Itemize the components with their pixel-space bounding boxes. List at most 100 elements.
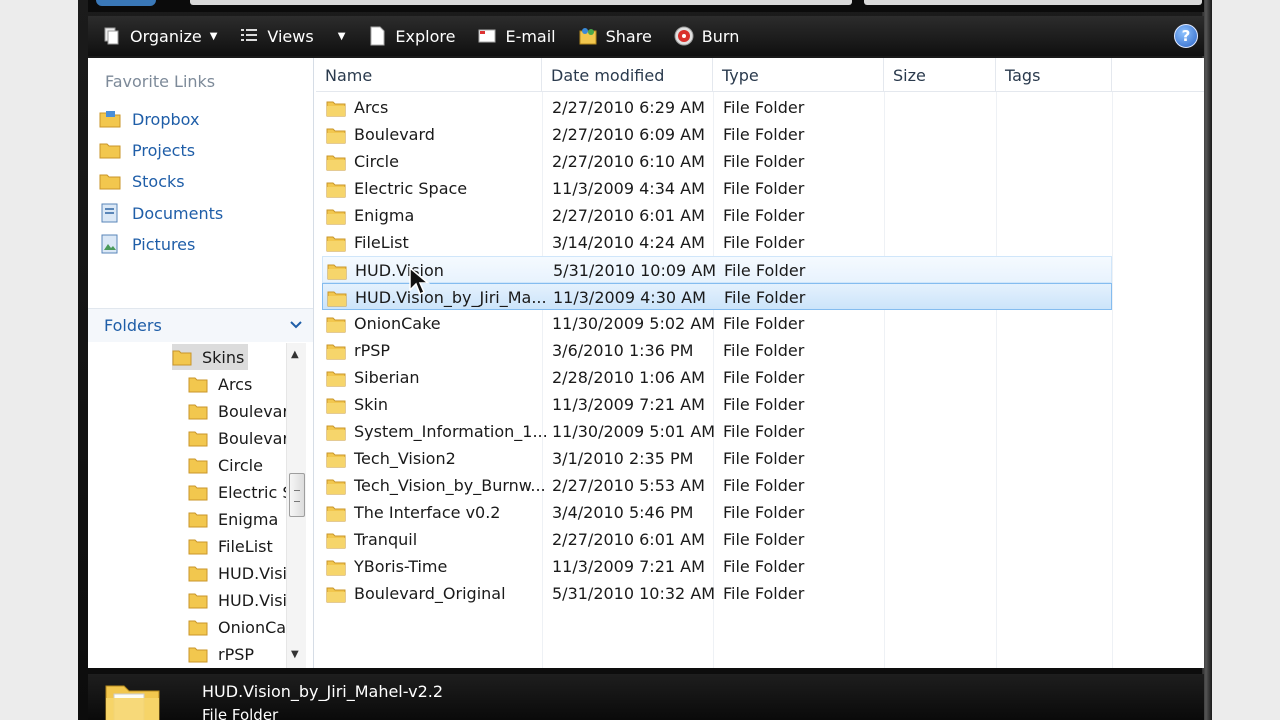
- tree-item[interactable]: Enigma: [188, 506, 278, 532]
- file-row[interactable]: Tech_Vision2 3/1/2010 2:35 PM File Folder: [322, 445, 1112, 472]
- views-button[interactable]: Views ▼: [235, 21, 349, 51]
- chevron-down-icon[interactable]: ▼: [338, 31, 346, 42]
- file-type-cell: File Folder: [723, 503, 805, 522]
- column-header-name[interactable]: Name: [316, 58, 542, 92]
- tree-item-label: HUD.Visi: [218, 563, 286, 583]
- back-button[interactable]: [96, 0, 156, 6]
- file-name: YBoris-Time: [354, 557, 448, 576]
- file-row[interactable]: YBoris-Time 11/3/2009 7:21 AM File Folder: [322, 553, 1112, 580]
- file-type-cell: File Folder: [723, 584, 805, 603]
- folder-tree-scrollbar[interactable]: ▲ ▼: [286, 343, 306, 668]
- tree-item-skins[interactable]: Skins: [172, 344, 249, 370]
- favorite-dropbox[interactable]: Dropbox: [98, 106, 199, 132]
- file-name: Skin: [354, 395, 389, 414]
- file-row[interactable]: Circle 2/27/2010 6:10 AM File Folder: [322, 148, 1112, 175]
- file-row[interactable]: Boulevard 2/27/2010 6:09 AM File Folder: [322, 121, 1112, 148]
- file-date-cell: 11/3/2009 4:30 AM: [553, 288, 706, 307]
- column-header-tags[interactable]: Tags: [996, 58, 1112, 92]
- file-row[interactable]: FileList 3/14/2010 4:24 AM File Folder: [322, 229, 1112, 256]
- folder-icon: [326, 558, 346, 576]
- file-row[interactable]: Tranquil 2/27/2010 6:01 AM File Folder: [322, 526, 1112, 553]
- burn-button[interactable]: Burn: [670, 21, 744, 51]
- favorite-projects[interactable]: Projects: [98, 137, 195, 163]
- tree-item[interactable]: Boulevar: [188, 398, 286, 424]
- folder-icon: [326, 450, 346, 468]
- file-row[interactable]: System_Information_1... 11/30/2009 5:01 A…: [322, 418, 1112, 445]
- file-date-cell: 11/3/2009 4:34 AM: [552, 179, 705, 198]
- file-row[interactable]: The Interface v0.2 3/4/2010 5:46 PM File F…: [322, 499, 1112, 526]
- favorite-pictures[interactable]: Pictures: [98, 231, 195, 257]
- email-button[interactable]: E-mail: [473, 21, 559, 51]
- folder-icon: [172, 347, 194, 367]
- file-date-cell: 2/27/2010 6:09 AM: [552, 125, 705, 144]
- folder-icon: [188, 536, 210, 556]
- file-row[interactable]: Siberian 2/28/2010 1:06 AM File Folder: [322, 364, 1112, 391]
- favorite-documents[interactable]: Documents: [98, 200, 223, 226]
- file-row[interactable]: HUD.Vision_by_Jiri_Ma... 11/3/2009 4:30 A…: [322, 283, 1112, 310]
- scroll-thumb[interactable]: [289, 473, 305, 517]
- folder-icon: [188, 374, 210, 394]
- file-type-cell: File Folder: [723, 341, 805, 360]
- file-row[interactable]: Boulevard_Original 5/31/2010 10:32 AM File…: [322, 580, 1112, 607]
- folder-icon: [188, 644, 210, 664]
- file-row[interactable]: Electric Space 11/3/2009 4:34 AM File Fold…: [322, 175, 1112, 202]
- favorite-stocks[interactable]: Stocks: [98, 168, 185, 194]
- tree-item[interactable]: Circle: [188, 452, 263, 478]
- documents-icon: [98, 203, 122, 223]
- scroll-down-arrow-icon[interactable]: ▼: [291, 649, 299, 660]
- file-type-cell: File Folder: [723, 152, 805, 171]
- file-date-cell: 11/3/2009 7:21 AM: [552, 557, 705, 576]
- file-row[interactable]: Arcs 2/27/2010 6:29 AM File Folder: [322, 94, 1112, 121]
- explore-button[interactable]: Explore: [363, 21, 459, 51]
- folder-icon: [98, 140, 122, 160]
- file-row[interactable]: Skin 11/3/2009 7:21 AM File Folder: [322, 391, 1112, 418]
- address-bar[interactable]: [190, 0, 852, 5]
- scroll-up-arrow-icon[interactable]: ▲: [291, 349, 299, 360]
- tree-item[interactable]: Boulevar: [188, 425, 286, 451]
- file-name: Boulevard: [354, 125, 435, 144]
- tree-item-label: Electric S: [218, 482, 286, 502]
- file-row[interactable]: OnionCake 11/30/2009 5:02 AM File Folder: [322, 310, 1112, 337]
- file-type-cell: File Folder: [723, 557, 805, 576]
- file-name-cell: Boulevard: [326, 121, 435, 148]
- tree-item[interactable]: Electric S: [188, 479, 286, 505]
- file-name-cell: Boulevard_Original: [326, 580, 506, 607]
- tree-item[interactable]: OnionCa: [188, 614, 286, 640]
- file-date-cell: 5/31/2010 10:09 AM: [553, 261, 717, 280]
- folders-title: Folders: [104, 316, 162, 335]
- file-row[interactable]: rPSP 3/6/2010 1:36 PM File Folder: [322, 337, 1112, 364]
- column-header-size[interactable]: Size: [884, 58, 996, 92]
- file-date-cell: 11/30/2009 5:01 AM: [552, 422, 716, 441]
- favorite-links-title: Favorite Links: [105, 72, 216, 91]
- file-list-pane: Name Date modified Type Size Tags Arcs 2/…: [316, 58, 1204, 668]
- organize-button[interactable]: Organize ▼: [98, 21, 221, 51]
- folders-header[interactable]: Folders: [88, 308, 313, 342]
- share-button[interactable]: Share: [574, 21, 656, 51]
- tree-item[interactable]: rPSP: [188, 641, 254, 667]
- file-name: FileList: [354, 233, 409, 252]
- tree-item-label: Arcs: [218, 374, 253, 394]
- file-type-cell: File Folder: [723, 449, 805, 468]
- file-row[interactable]: Enigma 2/27/2010 6:01 AM File Folder: [322, 202, 1112, 229]
- folder-icon: [188, 455, 210, 475]
- tree-item-label: HUD.Visi: [218, 590, 286, 610]
- column-header-date[interactable]: Date modified: [542, 58, 713, 92]
- tree-item[interactable]: HUD.Visi: [188, 560, 286, 586]
- file-type-cell: File Folder: [723, 530, 805, 549]
- search-box[interactable]: [864, 0, 1202, 5]
- tree-item[interactable]: Arcs: [188, 371, 252, 397]
- file-type-cell: File Folder: [723, 98, 805, 117]
- tree-item[interactable]: FileList: [188, 533, 273, 559]
- desktop-background-left: [0, 0, 78, 720]
- file-row[interactable]: HUD.Vision 5/31/2010 10:09 AM File Folder: [322, 256, 1112, 283]
- file-row[interactable]: Tech_Vision_by_Burnw... 2/27/2010 5:53 AM…: [322, 472, 1112, 499]
- column-header-type[interactable]: Type: [713, 58, 884, 92]
- file-name-cell: Tranquil: [326, 526, 417, 553]
- tree-item[interactable]: HUD.Visi: [188, 587, 286, 613]
- file-date-cell: 11/3/2009 7:21 AM: [552, 395, 705, 414]
- help-button[interactable]: ?: [1174, 24, 1198, 48]
- tree-item-label: Boulevar: [218, 428, 286, 448]
- folder-icon: [327, 262, 347, 280]
- favorite-label: Pictures: [132, 234, 196, 254]
- chevron-down-icon[interactable]: [289, 317, 303, 336]
